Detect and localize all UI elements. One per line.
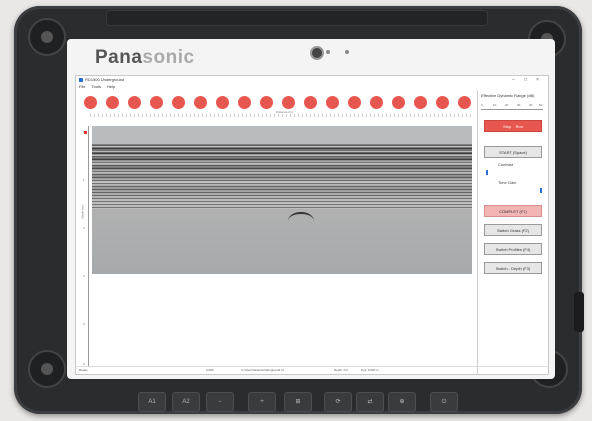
radargram-view[interactable] bbox=[92, 126, 472, 274]
switch-depth-button[interactable]: Switch - Depth (F3) bbox=[484, 262, 542, 274]
light-sensor bbox=[345, 50, 349, 54]
tablet-body: Panasonic RD1500 Underground – □ × File … bbox=[14, 6, 584, 414]
record-marker[interactable] bbox=[392, 96, 405, 109]
window-title: RD1500 Underground bbox=[85, 77, 125, 82]
record-marker[interactable] bbox=[194, 96, 207, 109]
windows-button[interactable]: ⊞ bbox=[284, 392, 312, 412]
complete-button[interactable]: COMPLET (F1) bbox=[484, 205, 542, 217]
hardware-button-row: A1 A2 − + ⊞ ⟳ ⇄ ⊕ ⏻ bbox=[138, 392, 468, 412]
time-gain-label: Time Gain bbox=[498, 180, 517, 185]
range-tick: 30 bbox=[517, 103, 521, 107]
range-title: Effective Dynamic Range (dB) bbox=[481, 93, 535, 98]
record-marker[interactable] bbox=[370, 96, 383, 109]
record-marker[interactable] bbox=[326, 96, 339, 109]
status-bar: Ready 0.000 C:\Users\Scans\Underground.r… bbox=[76, 366, 548, 374]
range-tick: 10 bbox=[493, 103, 497, 107]
corner-bumper bbox=[28, 18, 66, 56]
corner-bumper bbox=[28, 350, 66, 388]
depth-tick: 2 bbox=[83, 226, 85, 230]
brand-logo-part: Pana bbox=[95, 47, 143, 68]
depth-tick: 1 bbox=[83, 178, 85, 182]
depth-axis bbox=[88, 126, 89, 366]
record-marker[interactable] bbox=[458, 96, 471, 109]
volume-up-button[interactable]: + bbox=[248, 392, 276, 412]
position-readout: Pos: 0.000 m bbox=[361, 368, 379, 372]
file-path: C:\Users\Scans\Underground.rd bbox=[241, 368, 284, 372]
close-button[interactable]: × bbox=[536, 77, 539, 83]
surface-marker bbox=[84, 131, 87, 134]
volume-down-button[interactable]: − bbox=[206, 392, 234, 412]
record-marker[interactable] bbox=[150, 96, 163, 109]
menu-help[interactable]: Help bbox=[107, 84, 115, 89]
range-tick: 40 bbox=[529, 103, 533, 107]
range-scale[interactable]: 0 10 20 30 40 50 bbox=[481, 103, 543, 110]
switch-profiles-button[interactable]: Switch Profiles (F4) bbox=[484, 243, 542, 255]
status-marker: 0.000 bbox=[206, 368, 214, 372]
screen-frame: Panasonic RD1500 Underground – □ × File … bbox=[67, 39, 555, 379]
top-axis bbox=[90, 114, 474, 117]
light-sensor bbox=[326, 50, 330, 54]
scan-panel: Distance (m) Depth (m) 0 1 2 3 4 5 bbox=[76, 90, 476, 370]
power-button[interactable]: ⏻ bbox=[430, 392, 458, 412]
app-icon bbox=[79, 78, 83, 82]
menu-tools[interactable]: Tools bbox=[92, 84, 101, 89]
record-marker[interactable] bbox=[84, 96, 97, 109]
switch-grass-button[interactable]: Switch Grass (F2) bbox=[484, 224, 542, 236]
app-window: RD1500 Underground – □ × File Tools Help… bbox=[75, 75, 549, 375]
brightness-button[interactable]: ⊕ bbox=[388, 392, 416, 412]
rotation-lock-button[interactable]: ⟳ bbox=[324, 392, 352, 412]
panel-divider[interactable] bbox=[477, 90, 478, 374]
side-strap bbox=[574, 292, 584, 332]
control-panel: Effective Dynamic Range (dB) 0 10 20 30 … bbox=[480, 90, 546, 370]
display-switch-button[interactable]: ⇄ bbox=[356, 392, 384, 412]
record-marker[interactable] bbox=[106, 96, 119, 109]
brand-logo: Panasonic bbox=[95, 47, 195, 69]
brand-logo-part: sonic bbox=[142, 47, 195, 68]
status-text: Ready bbox=[79, 368, 88, 372]
record-marker[interactable] bbox=[128, 96, 141, 109]
run-label: Run bbox=[515, 124, 524, 129]
reflection-hyperbola bbox=[288, 212, 314, 230]
contrast-slider[interactable] bbox=[486, 170, 488, 175]
menu-file[interactable]: File bbox=[79, 84, 85, 89]
depth-tick: 3 bbox=[83, 274, 85, 278]
depth-tick: 4 bbox=[83, 322, 85, 326]
record-marker[interactable] bbox=[282, 96, 295, 109]
a1-button[interactable]: A1 bbox=[138, 392, 166, 412]
record-marker[interactable] bbox=[304, 96, 317, 109]
record-marker[interactable] bbox=[172, 96, 185, 109]
webcam-icon bbox=[310, 46, 324, 60]
record-marker[interactable] bbox=[436, 96, 449, 109]
range-tick: 50 bbox=[539, 103, 543, 107]
start-button[interactable]: START (Space) bbox=[484, 146, 542, 158]
contrast-label: Contrast bbox=[498, 162, 514, 167]
record-marker[interactable] bbox=[414, 96, 427, 109]
carry-handle bbox=[106, 10, 488, 26]
depth-axis-label: Depth (m) bbox=[80, 205, 85, 219]
record-marker[interactable] bbox=[238, 96, 251, 109]
stop-run-toggle[interactable]: Stop Run bbox=[484, 120, 542, 132]
stop-label: Stop bbox=[502, 124, 512, 129]
minimize-button[interactable]: – bbox=[512, 77, 515, 83]
title-bar: RD1500 Underground – □ × bbox=[76, 76, 548, 84]
record-marker[interactable] bbox=[260, 96, 273, 109]
time-gain-slider[interactable] bbox=[540, 188, 542, 193]
range-tick: 20 bbox=[505, 103, 509, 107]
a2-button[interactable]: A2 bbox=[172, 392, 200, 412]
maximize-button[interactable]: □ bbox=[524, 77, 527, 83]
range-tick: 0 bbox=[481, 103, 483, 107]
record-marker[interactable] bbox=[348, 96, 361, 109]
menu-bar: File Tools Help bbox=[79, 84, 120, 89]
record-marker[interactable] bbox=[216, 96, 229, 109]
depth-readout: Depth: 0.0 bbox=[334, 368, 348, 372]
